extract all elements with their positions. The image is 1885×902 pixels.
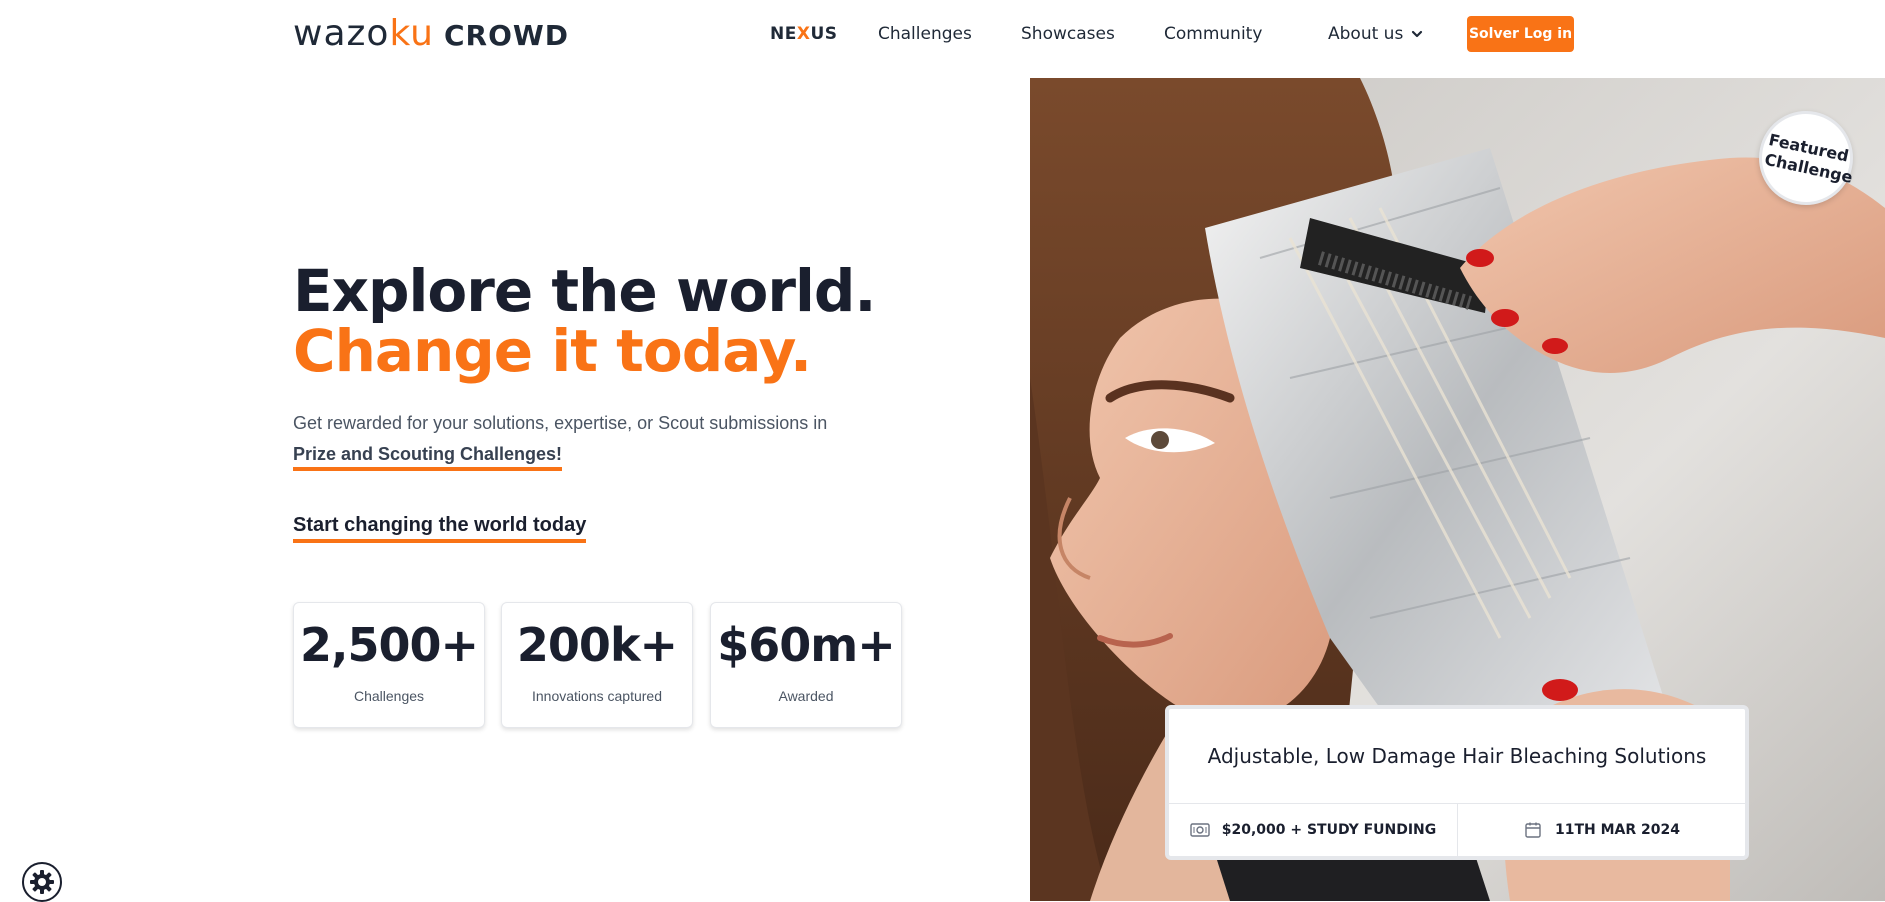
challenge-deadline: 11TH MAR 2024: [1458, 804, 1745, 856]
prize-text: $20,000 + STUDY FUNDING: [1221, 822, 1437, 838]
logo-text-crowd: CROWD: [444, 19, 570, 52]
stat-card-innovations: 200k+ Innovations captured: [501, 602, 693, 728]
stat-label: Challenges: [353, 688, 425, 704]
nav-about-label: About us: [1328, 24, 1404, 44]
stat-value: 200k+: [516, 618, 678, 672]
challenge-prize: $20,000 + STUDY FUNDING: [1169, 804, 1458, 856]
prize-scouting-link[interactable]: Prize and Scouting Challenges!: [293, 441, 563, 471]
logo-text-wazo: wazo: [293, 13, 390, 54]
nav-nexus-part2: US: [810, 24, 838, 44]
start-changing-link[interactable]: Start changing the world today: [293, 511, 587, 543]
nav-item-challenges[interactable]: Challenges: [878, 20, 972, 48]
chevron-down-icon: [1412, 30, 1423, 38]
nav-item-about-us[interactable]: About us: [1328, 20, 1423, 48]
stat-value: $60m+: [717, 618, 896, 672]
hero-heading-line1: Explore the world.: [293, 257, 876, 325]
nav-item-community[interactable]: Community: [1164, 20, 1262, 48]
nav-nexus-part1: NE: [770, 24, 797, 44]
stat-label: Awarded: [778, 688, 834, 704]
site-header: wazo ku CROWD NEXUS Challenges Showcases C…: [0, 0, 1885, 78]
stat-card-awarded: $60m+ Awarded: [710, 602, 902, 728]
stat-card-challenges: 2,500+ Challenges: [293, 602, 485, 728]
hero-heading-line2: Change it today.: [293, 317, 812, 385]
cookie-settings-button[interactable]: [22, 862, 62, 902]
featured-challenge-card[interactable]: Adjustable, Low Damage Hair Bleaching So…: [1165, 705, 1749, 860]
solver-login-button[interactable]: Solver Log in: [1467, 16, 1574, 52]
calendar-icon: [1525, 822, 1541, 838]
gear-icon: [30, 870, 54, 894]
money-icon: [1190, 823, 1210, 837]
stat-value: 2,500+: [299, 618, 479, 672]
deadline-text: 11TH MAR 2024: [1554, 822, 1680, 838]
logo-text-ku: ku: [389, 13, 434, 54]
nav-item-showcases[interactable]: Showcases: [1021, 20, 1115, 48]
challenge-title[interactable]: Adjustable, Low Damage Hair Bleaching So…: [1169, 709, 1745, 804]
stat-label: Innovations captured: [532, 688, 662, 704]
nav-item-nexus[interactable]: NEXUS: [770, 20, 838, 48]
wazoku-crowd-logo[interactable]: wazo ku CROWD: [293, 14, 569, 54]
nav-nexus-accent: X: [796, 24, 811, 44]
hero-subtitle: Get rewarded for your solutions, experti…: [293, 413, 828, 433]
